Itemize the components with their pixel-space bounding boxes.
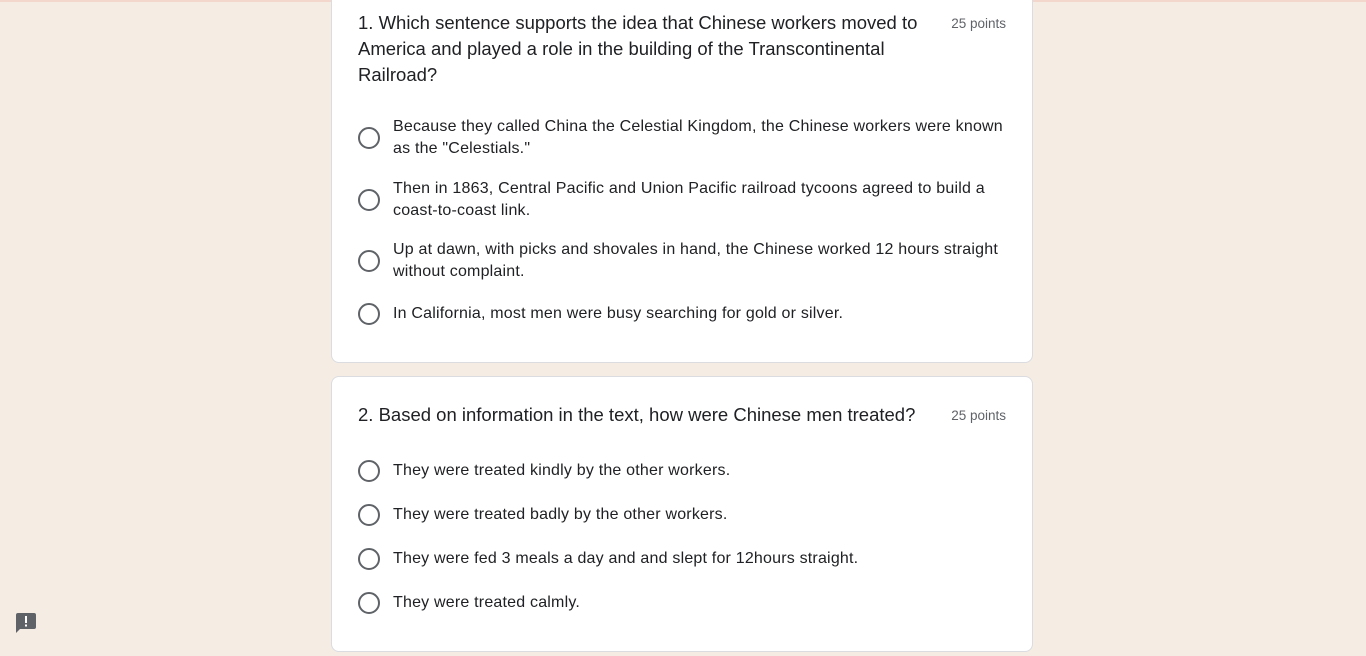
radio-option[interactable]: They were fed 3 meals a day and and slep… [358, 548, 1008, 570]
radio-button[interactable] [358, 460, 380, 482]
radio-button[interactable] [358, 189, 380, 211]
radio-option[interactable]: They were treated kindly by the other wo… [358, 460, 1008, 482]
radio-option[interactable]: They were treated badly by the other wor… [358, 504, 1008, 526]
report-problem-icon[interactable] [14, 611, 38, 635]
points-label: 25 points [951, 408, 1006, 423]
radio-button[interactable] [358, 592, 380, 614]
option-label[interactable]: They were treated calmly. [393, 592, 580, 614]
option-label[interactable]: Because they called China the Celestial … [393, 116, 1008, 160]
option-label[interactable]: They were treated badly by the other wor… [393, 504, 728, 526]
option-label[interactable]: Up at dawn, with picks and shovales in h… [393, 239, 1008, 283]
radio-button[interactable] [358, 504, 380, 526]
radio-button[interactable] [358, 548, 380, 570]
question-card-2: 2. Based on information in the text, how… [331, 376, 1033, 652]
radio-button[interactable] [358, 303, 380, 325]
radio-option[interactable]: Up at dawn, with picks and shovales in h… [358, 239, 1008, 283]
option-label[interactable]: Then in 1863, Central Pacific and Union … [393, 178, 1008, 222]
radio-option[interactable]: They were treated calmly. [358, 592, 1008, 614]
radio-option[interactable]: Then in 1863, Central Pacific and Union … [358, 178, 1008, 222]
radio-option[interactable]: In California, most men were busy search… [358, 303, 1008, 325]
radio-button[interactable] [358, 250, 380, 272]
radio-option[interactable]: Because they called China the Celestial … [358, 116, 1008, 160]
option-label[interactable]: In California, most men were busy search… [393, 303, 843, 325]
question-card-1: 1. Which sentence supports the idea that… [331, 0, 1033, 363]
points-label: 25 points [951, 16, 1006, 31]
option-label[interactable]: They were treated kindly by the other wo… [393, 460, 730, 482]
question-title: 2. Based on information in the text, how… [358, 404, 916, 425]
question-title: 1. Which sentence supports the idea that… [358, 12, 918, 85]
option-label[interactable]: They were fed 3 meals a day and and slep… [393, 548, 858, 570]
radio-button[interactable] [358, 127, 380, 149]
